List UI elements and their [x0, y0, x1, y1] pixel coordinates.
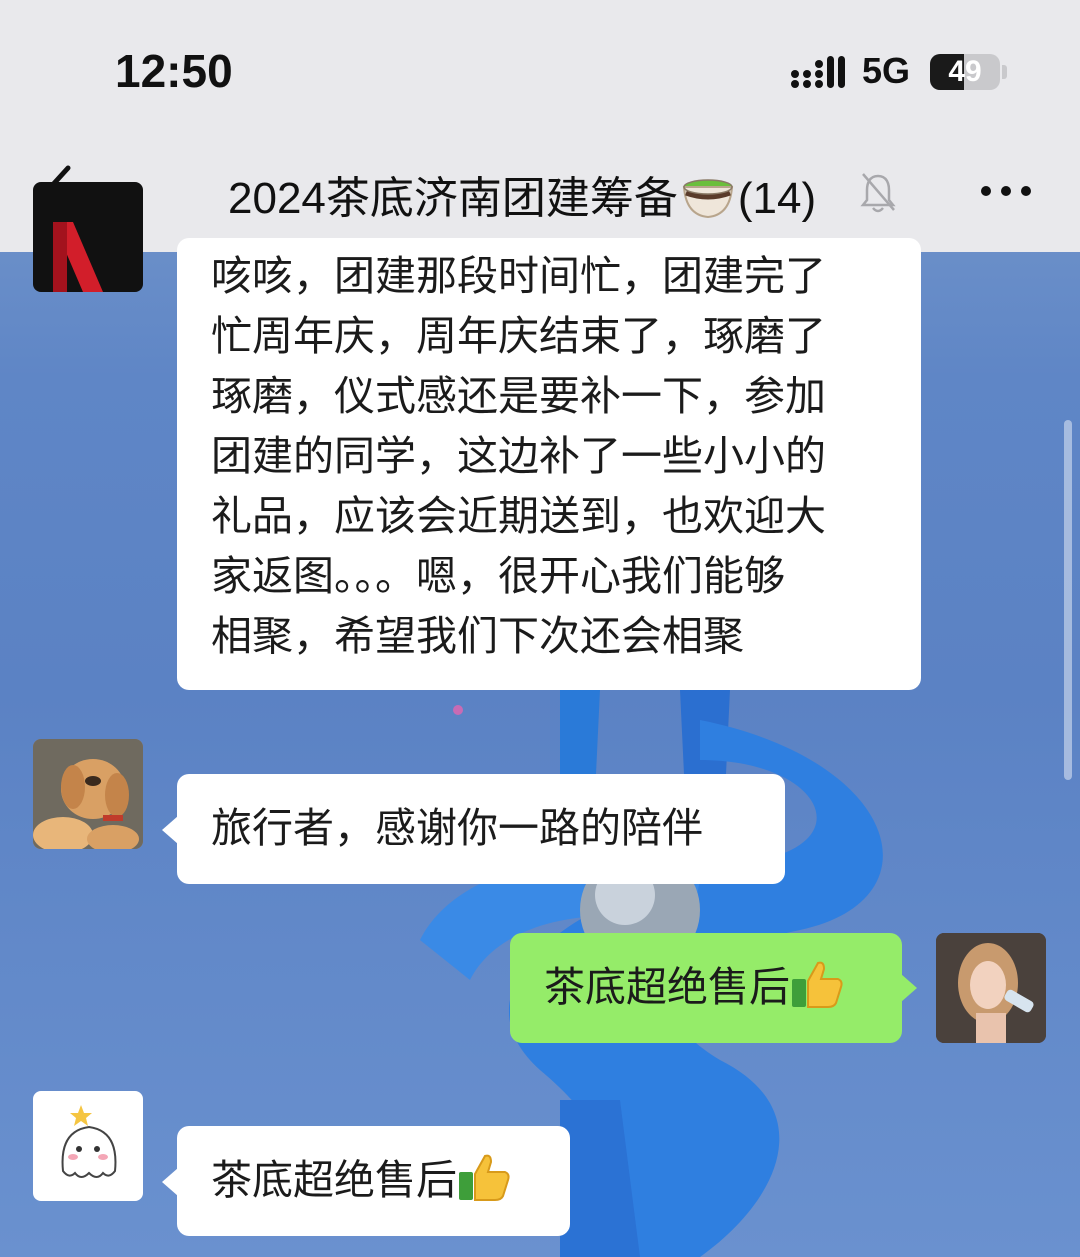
message-line: 忙周年庆，周年庆结束了，琢磨了: [211, 312, 826, 360]
message-line: 相聚，希望我们下次还会相聚: [211, 612, 744, 660]
message-text: 旅行者，感谢你一路的陪伴: [211, 804, 703, 852]
chat-title-text: 2024茶底济南团建筹备: [228, 174, 678, 223]
signal-strength-icon: [791, 56, 845, 88]
message-line: 家返图。。。嗯，很开心我们能够: [211, 552, 785, 600]
battery-icon: 49: [930, 54, 1000, 90]
chat-title[interactable]: 2024茶底济南团建筹备 (14): [228, 162, 816, 226]
message-text: 茶底超绝售后: [544, 963, 790, 1011]
message-line: 琢磨，仪式感还是要补一下，参加: [211, 372, 826, 420]
member-count: (14): [737, 174, 817, 223]
top-bar: 12:50 5G 49 2024茶底济南团建筹备 (14): [0, 0, 1080, 252]
battery-tip: [1002, 65, 1007, 79]
more-dots-icon[interactable]: [978, 176, 1034, 206]
avatar-ghost[interactable]: [33, 1091, 143, 1201]
avatar-red-logo[interactable]: [33, 182, 143, 292]
bubble-tail: [901, 974, 917, 1002]
mute-bell-icon: [860, 173, 896, 213]
bubble-tail: [162, 816, 178, 844]
battery-level: 49: [948, 55, 982, 88]
message-bubble-long[interactable]: 咳咳，团建那段时间忙，团建完了 忙周年庆，周年庆结束了，琢磨了 琢磨，仪式感还是…: [177, 238, 921, 690]
status-time: 12:50: [115, 45, 233, 97]
message-bubble[interactable]: 旅行者，感谢你一路的陪伴: [177, 774, 785, 884]
thumbs-up-emoji-icon: [459, 1154, 510, 1201]
avatar-dog[interactable]: [33, 739, 143, 849]
thumbs-up-emoji-icon: [792, 961, 843, 1008]
message-line: 咳咳，团建那段时间忙，团建完了: [211, 252, 826, 300]
tea-cup-emoji-icon: [682, 179, 733, 219]
scrollbar[interactable]: [1064, 420, 1072, 780]
message-text: 茶底超绝售后: [211, 1156, 457, 1204]
message-line: 团建的同学，这边补了一些小小的: [211, 432, 826, 480]
network-type: 5G: [862, 50, 911, 91]
message-line: 礼品，应该会近期送到，也欢迎大: [211, 492, 826, 540]
avatar-woman[interactable]: [936, 933, 1046, 1043]
bubble-tail: [162, 1168, 178, 1196]
message-bubble-self[interactable]: 茶底超绝售后: [510, 933, 902, 1043]
message-bubble[interactable]: 茶底超绝售后: [177, 1126, 570, 1236]
